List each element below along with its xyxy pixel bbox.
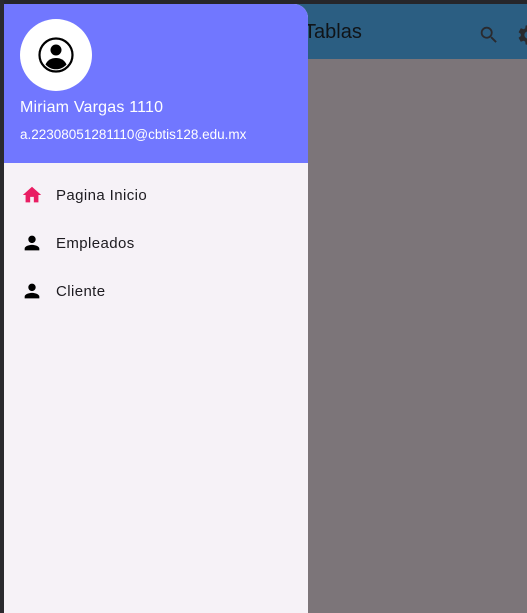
avatar [20, 19, 92, 91]
person-icon [20, 231, 44, 255]
person-icon [20, 279, 44, 303]
menu-item-label: Pagina Inicio [56, 186, 148, 204]
app-bar-title: Tablas [304, 21, 362, 43]
menu-item-label: Empleados [56, 234, 135, 252]
search-icon[interactable] [478, 24, 500, 46]
navigation-drawer: Miriam Vargas 1110 a.22308051281110@cbti… [4, 4, 308, 613]
menu-item-empleados[interactable]: Empleados [4, 219, 308, 267]
menu-item-pagina-inicio[interactable]: Pagina Inicio [4, 171, 308, 219]
menu-item-label: Cliente [56, 282, 106, 300]
user-name: Miriam Vargas 1110 [20, 99, 164, 116]
gear-icon[interactable] [516, 23, 527, 47]
user-email: a.22308051281110@cbtis128.edu.mx [20, 127, 247, 142]
drawer-menu: Pagina Inicio Empleados Cliente [4, 171, 308, 315]
home-icon [20, 183, 44, 207]
menu-item-cliente[interactable]: Cliente [4, 267, 308, 315]
drawer-header: Miriam Vargas 1110 a.22308051281110@cbti… [4, 4, 308, 163]
